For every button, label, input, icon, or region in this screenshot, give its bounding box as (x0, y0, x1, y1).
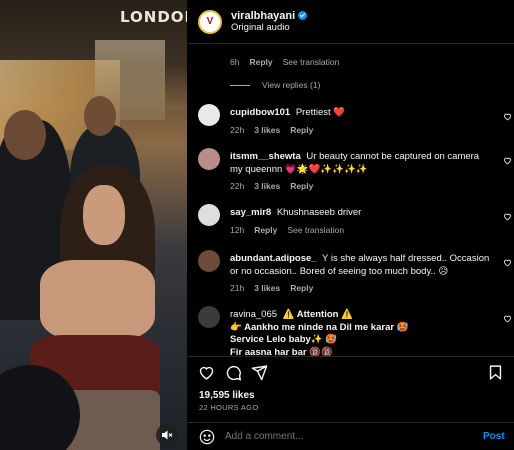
view-replies-label: View replies (1) (262, 80, 321, 90)
like-comment-icon[interactable] (503, 212, 512, 221)
comment-body: abundant.adipose_ Y is she always half d… (230, 253, 490, 278)
comment-meta: 22h 3 likes Reply (230, 181, 313, 191)
see-translation-link[interactable]: See translation (283, 57, 340, 67)
post-timestamp: 22 HOURS AGO (199, 403, 259, 412)
emoji-icon[interactable] (199, 429, 215, 445)
author-avatar-logo: V (200, 11, 220, 32)
comment-text-line: Fir aasna har bar 🔞🔞 (230, 346, 333, 357)
see-translation-link[interactable]: See translation (287, 225, 344, 235)
comment-meta: 21h 3 likes Reply (230, 283, 313, 293)
mute-icon (162, 430, 173, 440)
comment-meta: 22h 3 likes Reply (230, 125, 313, 135)
comment-time: 6h (230, 57, 240, 67)
comment-composer: Post (187, 422, 514, 450)
comment-meta: 6h Reply See translation (230, 57, 339, 67)
commenter-avatar[interactable] (198, 306, 220, 328)
comment-body: say_mir8 Khushnaseeb driver (230, 207, 490, 220)
author-avatar[interactable]: V (198, 9, 222, 34)
like-comment-icon[interactable] (503, 156, 512, 165)
reply-button[interactable]: Reply (254, 225, 277, 235)
comment-likes[interactable]: 3 likes (254, 125, 280, 135)
like-comment-icon[interactable] (503, 314, 512, 323)
comment-icon[interactable] (225, 364, 242, 381)
comment-likes[interactable]: 3 likes (254, 283, 280, 293)
commenter-username[interactable]: say_mir8 (230, 207, 271, 218)
comment-text-line: Service Lelo baby✨ 🥵 (230, 334, 338, 345)
video-woman-shoulders (40, 260, 155, 340)
comment-time: 22h (230, 181, 245, 191)
commenter-avatar[interactable] (198, 250, 220, 272)
reply-button[interactable]: Reply (249, 57, 272, 67)
comment-text: Prettiest ❤️ (295, 107, 346, 118)
reply-button[interactable]: Reply (290, 181, 313, 191)
commenter-username[interactable]: itsmm__shewta (230, 151, 301, 162)
mute-button[interactable] (156, 424, 178, 446)
comment-likes[interactable]: 3 likes (254, 181, 280, 191)
save-icon[interactable] (487, 364, 504, 381)
reply-button[interactable]: Reply (290, 125, 313, 135)
commenter-username[interactable]: abundant.adipose_ (230, 253, 317, 264)
comments-list[interactable]: 6h Reply See translation View replies (1… (187, 44, 514, 356)
commenter-avatar[interactable] (198, 104, 220, 126)
comment-body: cupidbow101 Prettiest ❤️ (230, 107, 490, 120)
comment-text-line: 👉 Aankho me ninde na Dil me karar 🥵 (230, 321, 409, 333)
comment-time: 21h (230, 283, 245, 293)
comment-time: 12h (230, 225, 245, 235)
reel-video[interactable]: LONDON (0, 0, 187, 450)
post-comment-button[interactable]: Post (483, 431, 505, 442)
comment-text: ⚠️ Attention ⚠️ (282, 309, 353, 320)
share-icon[interactable] (251, 364, 268, 381)
author-username[interactable]: viralbhayani (231, 10, 295, 22)
video-person-center-head (84, 96, 116, 136)
commenter-username[interactable]: ravina_065 (230, 309, 277, 320)
video-woman-face (83, 185, 125, 245)
commenter-username[interactable]: cupidbow101 (230, 107, 290, 118)
audio-link[interactable]: Original audio (231, 22, 307, 34)
like-comment-icon[interactable] (503, 258, 512, 267)
verified-icon (298, 11, 308, 20)
heart-icon[interactable] (198, 364, 215, 381)
comment-body: itsmm__shewta Ur beauty cannot be captur… (230, 151, 490, 176)
commenter-avatar[interactable] (198, 148, 220, 170)
comment-text: Khushnaseeb driver (276, 207, 362, 218)
action-bar (187, 356, 514, 386)
commenter-avatar[interactable] (198, 204, 220, 226)
view-replies-button[interactable]: View replies (1) (230, 80, 320, 90)
like-count[interactable]: 19,595 likes (199, 390, 255, 401)
video-person-left-head (4, 110, 46, 160)
post-panel: V viralbhayani Original audio 6h Reply S… (187, 0, 514, 450)
post-header: V viralbhayani Original audio (187, 0, 514, 44)
like-comment-icon[interactable] (503, 112, 512, 121)
comment-time: 22h (230, 125, 245, 135)
store-sign: LONDON (120, 8, 187, 26)
comment-input[interactable] (225, 431, 465, 442)
reply-button[interactable]: Reply (290, 283, 313, 293)
author-username-row: viralbhayani (231, 10, 308, 22)
comment-body: ravina_065 ⚠️ Attention ⚠️ 👉 Aankho me n… (230, 309, 490, 356)
view-replies-divider (230, 84, 250, 86)
comment-meta: 12h Reply See translation (230, 225, 344, 235)
